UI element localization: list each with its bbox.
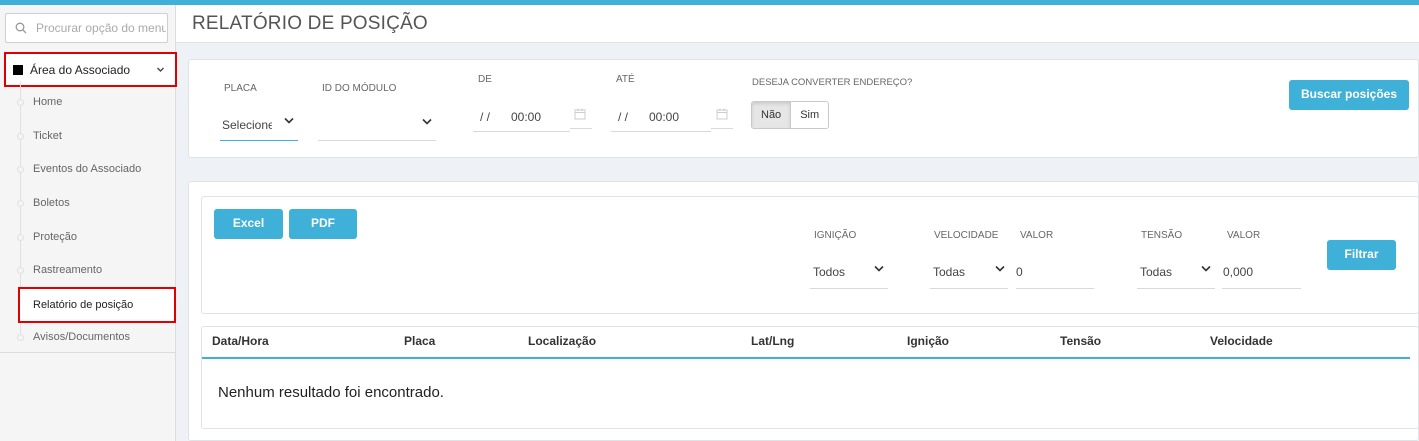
placa-label: PLACA: [224, 83, 257, 94]
sidebar-group-area-associado[interactable]: Área do Associado: [4, 52, 177, 87]
de-label: DE: [478, 74, 492, 85]
chevron-down-icon: [157, 67, 164, 72]
placa-underline: [220, 140, 298, 141]
tensao-label: TENSÃO: [1141, 230, 1183, 241]
tensao-valor-input[interactable]: 0,000: [1223, 265, 1253, 279]
tensao-underline: [1137, 288, 1215, 289]
velocidade-valor-label: VALOR: [1020, 230, 1054, 241]
column-header-tensao[interactable]: Tensão: [1060, 334, 1101, 348]
ate-underline: [611, 131, 711, 132]
tensao-valor-underline: [1222, 288, 1301, 289]
menu-search-box[interactable]: [5, 13, 168, 43]
page-header: RELATÓRIO DE POSIÇÃO: [176, 5, 1419, 43]
sidebar-item-home[interactable]: Home: [33, 96, 62, 108]
ignicao-label: IGNIÇÃO: [814, 230, 857, 241]
converter-nao-button[interactable]: Não: [752, 102, 792, 128]
column-header-localizacao[interactable]: Localização: [528, 334, 596, 348]
menu-square-icon: [13, 65, 23, 75]
search-icon: [15, 22, 27, 34]
chevron-down-icon: [995, 265, 1005, 272]
placa-select[interactable]: Selecione: [222, 118, 272, 132]
ate-cal-underline: [711, 128, 733, 129]
velocidade-label: VELOCIDADE: [934, 230, 999, 241]
sidebar-item-rastreamento[interactable]: Rastreamento: [33, 264, 102, 276]
sidebar-item-boletos[interactable]: Boletos: [33, 197, 70, 209]
velocidade-underline: [930, 288, 1008, 289]
chevron-down-icon: [1201, 265, 1211, 272]
de-time-input[interactable]: 00:00: [511, 110, 541, 124]
buscar-posicoes-button[interactable]: Buscar posições: [1289, 80, 1409, 110]
column-header-ignicao[interactable]: Ignição: [907, 334, 949, 348]
ate-date-input[interactable]: / /: [618, 110, 628, 124]
sidebar-item-avisos[interactable]: Avisos/Documentos: [33, 331, 130, 343]
calendar-icon[interactable]: [574, 108, 586, 120]
modulo-underline: [318, 140, 436, 141]
tree-node-dot: [17, 334, 24, 341]
ate-time-input[interactable]: 00:00: [649, 110, 679, 124]
tree-node-dot: [17, 234, 24, 241]
sidebar-item-label: Relatório de posição: [33, 299, 134, 311]
de-cal-underline: [570, 128, 592, 129]
de-date-input[interactable]: / /: [480, 110, 490, 124]
chevron-down-icon: [422, 118, 432, 125]
velocidade-valor-input[interactable]: 0: [1016, 265, 1023, 279]
ignicao-underline: [810, 288, 888, 289]
ignicao-select[interactable]: Todos: [813, 265, 845, 279]
converter-toggle: Não Sim: [751, 101, 830, 129]
excel-button[interactable]: Excel: [214, 209, 283, 239]
tree-node-dot: [17, 99, 24, 106]
pdf-button[interactable]: PDF: [289, 209, 357, 239]
results-filters-panel: [201, 196, 1419, 314]
tree-node-dot: [17, 267, 24, 274]
empty-results-message: Nenhum resultado foi encontrado.: [218, 384, 444, 401]
calendar-icon[interactable]: [716, 108, 728, 120]
filtrar-button[interactable]: Filtrar: [1327, 240, 1396, 270]
table-header-divider: [202, 357, 1410, 359]
velocidade-select[interactable]: Todas: [933, 265, 965, 279]
tree-node-dot: [17, 133, 24, 140]
velocidade-valor-underline: [1016, 288, 1094, 289]
page-title: RELATÓRIO DE POSIÇÃO: [192, 13, 428, 34]
tree-node-dot: [17, 200, 24, 207]
sidebar-group-label: Área do Associado: [30, 63, 131, 77]
sidebar-item-ticket[interactable]: Ticket: [33, 130, 62, 142]
column-header-lat-lng[interactable]: Lat/Lng: [751, 334, 794, 348]
sidebar-item-relatorio-posicao[interactable]: Relatório de posição: [18, 287, 176, 323]
column-header-velocidade[interactable]: Velocidade: [1210, 334, 1273, 348]
converter-label: DESEJA CONVERTER ENDEREÇO?: [752, 77, 913, 88]
column-header-data-hora[interactable]: Data/Hora: [212, 334, 269, 348]
converter-sim-button[interactable]: Sim: [791, 102, 829, 128]
menu-search-input[interactable]: [36, 18, 166, 38]
column-header-placa[interactable]: Placa: [404, 334, 435, 348]
sidebar-divider: [0, 352, 176, 353]
de-underline: [473, 131, 570, 132]
sidebar-item-protecao[interactable]: Proteção: [33, 231, 77, 243]
sidebar-item-eventos[interactable]: Eventos do Associado: [33, 163, 141, 175]
tensao-valor-label: VALOR: [1227, 230, 1261, 241]
chevron-down-icon: [284, 117, 294, 124]
tensao-select[interactable]: Todas: [1140, 265, 1172, 279]
tree-node-dot: [17, 166, 24, 173]
chevron-down-icon: [874, 265, 884, 272]
ate-label: ATÉ: [616, 74, 635, 85]
modulo-label: ID DO MÓDULO: [322, 83, 397, 94]
